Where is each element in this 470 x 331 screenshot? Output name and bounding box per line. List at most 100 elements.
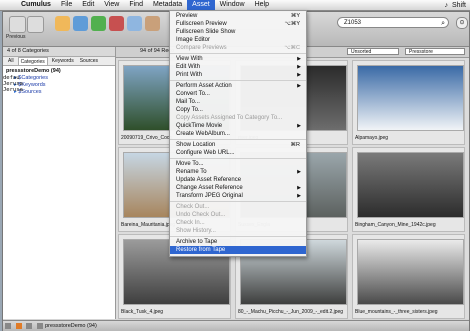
status-icon[interactable]	[36, 323, 43, 329]
menu-item-edit-with[interactable]: Edit With ▶	[170, 63, 306, 71]
menu-file[interactable]: File	[56, 0, 77, 10]
status-catalog: pressstoreDemo (94)	[45, 323, 97, 329]
menu-item-label: Update Asset Reference	[176, 177, 242, 183]
tab-categories[interactable]: Categories	[17, 57, 48, 65]
menu-item-label: Copy Assets Assigned To Category To...	[176, 115, 283, 121]
submenu-arrow-icon: ▶	[297, 83, 301, 89]
menu-item-label: Copy To...	[176, 107, 203, 113]
menu-item-label: Print With	[176, 72, 203, 78]
asset-caption: Black_Tusk_4.jpeg	[121, 309, 164, 315]
menu-separator	[170, 158, 306, 159]
menu-item-view-with[interactable]: View With ▶	[170, 55, 306, 63]
expand-button[interactable]: ⊙	[456, 17, 468, 29]
menu-item-label: Archive to Tape	[176, 239, 218, 245]
submenu-arrow-icon: ▶	[297, 56, 301, 62]
asset-cell[interactable]: Blue_mountains_-_three_sisters.jpeg	[352, 234, 465, 319]
search-icon[interactable]: ⌕	[441, 18, 445, 29]
submenu-arrow-icon: ▶	[297, 72, 301, 78]
menu-item-show-history: Show History...	[170, 227, 306, 235]
status-icon[interactable]	[26, 323, 33, 329]
menu-item-convert-to[interactable]: Convert To...	[170, 90, 306, 98]
asset-caption: 80_-_Machu_Picchu_-_Jun_2009_-_edit.2.jp…	[238, 309, 344, 315]
asset-caption: Blue_mountains_-_three_sisters.jpeg	[355, 309, 438, 315]
menu-item-label: Check In...	[176, 220, 205, 226]
menu-metadata[interactable]: Metadata	[148, 0, 187, 10]
menu-item-rename-to[interactable]: Rename To ▶	[170, 168, 306, 176]
previous-icon[interactable]	[9, 16, 26, 33]
menu-item-image-editor[interactable]: Image Editor	[170, 36, 306, 44]
asset-caption: Bingham_Canyon_Mine_1942c.jpeg	[355, 222, 436, 228]
menu-item-configure-web-url[interactable]: Configure Web URL...	[170, 149, 306, 157]
menu-asset[interactable]: Asset	[187, 0, 215, 10]
menu-item-show-location[interactable]: Show Location ⌘R	[170, 141, 306, 149]
menu-item-preview[interactable]: Preview ⌘Y	[170, 12, 306, 20]
sort-select[interactable]: Unsorted	[347, 48, 399, 55]
menu-find[interactable]: Find	[124, 0, 148, 10]
tab-sources[interactable]: Sources	[78, 57, 100, 65]
submenu-arrow-icon: ▶	[297, 185, 301, 191]
status-icon[interactable]	[5, 323, 11, 329]
user-name[interactable]: Shift	[452, 2, 466, 9]
menu-item-copy-to[interactable]: Copy To...	[170, 106, 306, 114]
menu-window[interactable]: Window	[215, 0, 250, 10]
status-icon[interactable]	[15, 323, 22, 329]
menu-item-print-with[interactable]: Print With ▶	[170, 71, 306, 79]
menu-item-change-asset-reference[interactable]: Change Asset Reference ▶	[170, 184, 306, 192]
menu-item-label: Check Out...	[176, 204, 210, 210]
previous-label: Previous	[6, 34, 26, 40]
menu-item-transform-jpeg-original[interactable]: Transform JPEG Original ▶	[170, 192, 306, 200]
menubar-status: ♪ Shift	[444, 2, 470, 9]
trash-icon[interactable]	[109, 16, 124, 31]
menu-item-update-asset-reference[interactable]: Update Asset Reference	[170, 176, 306, 184]
menu-item-undo-check-out: Undo Check Out...	[170, 211, 306, 219]
asset-cell[interactable]: Bingham_Canyon_Mine_1942c.jpeg	[352, 147, 465, 232]
menu-item-perform-asset-action[interactable]: Perform Asset Action ▶	[170, 82, 306, 90]
menu-item-label: Undo Check Out...	[176, 212, 226, 218]
speaker-icon[interactable]: ♪	[444, 2, 448, 9]
menu-item-label: Image Editor	[176, 37, 211, 43]
view-select[interactable]: Pressstore	[405, 48, 465, 55]
menu-item-label: Preview	[176, 13, 198, 19]
refresh-icon[interactable]	[91, 16, 106, 31]
menu-view[interactable]: View	[99, 0, 124, 10]
menu-help[interactable]: Help	[250, 0, 274, 10]
menu-item-check-in: Check In...	[170, 219, 306, 227]
tab-all[interactable]: All	[6, 57, 16, 65]
menu-item-fullscreen-slide-show[interactable]: Fullscreen Slide Show	[170, 28, 306, 36]
image-icon[interactable]	[127, 16, 142, 31]
menu-item-label: Change Asset Reference	[176, 185, 243, 191]
menu-item-label: Fullscreen Slide Show	[176, 29, 236, 35]
menu-item-label: Configure Web URL...	[176, 150, 235, 156]
menu-item-copy-assets-assigned-to-category-to: Copy Assets Assigned To Category To...	[170, 114, 306, 122]
search-value: Z1053	[344, 20, 362, 26]
tree-root[interactable]: pressstoreDemo (94)	[6, 68, 112, 75]
menu-item-restore-from-tape[interactable]: Restore from Tape	[170, 246, 306, 254]
asset-caption: Alpamayo.jpeg	[355, 135, 389, 141]
catalog-icon[interactable]	[73, 16, 88, 31]
info-icon[interactable]	[145, 16, 160, 31]
menu-shortcut: ⌘R	[290, 142, 300, 148]
menu-edit[interactable]: Edit	[77, 0, 99, 10]
category-tabs: All Categories Keywords Sources	[3, 57, 115, 66]
category-panel-header: 4 of 8 Categories	[3, 47, 115, 57]
menu-item-archive-to-tape[interactable]: Archive to Tape	[170, 238, 306, 246]
menu-shortcut: ⌥⌘C	[284, 45, 300, 51]
asset-thumbnail[interactable]	[357, 239, 464, 305]
folder-icon[interactable]	[55, 16, 70, 31]
asset-cell[interactable]: Alpamayo.jpeg	[352, 60, 465, 145]
asset-thumbnail[interactable]	[357, 152, 464, 218]
menu-item-move-to[interactable]: Move To...	[170, 160, 306, 168]
search-input[interactable]: Z1053 ⌕	[337, 17, 449, 28]
menu-cumulus[interactable]: Cumulus	[16, 0, 56, 10]
menu-shortcut: ⌥⌘Y	[284, 21, 300, 27]
menu-item-label: Restore from Tape	[176, 247, 226, 253]
menu-item-fullscreen-preview[interactable]: Fullscreen Preview ⌥⌘Y	[170, 20, 306, 28]
menu-item-create-webalbum[interactable]: Create WebAlbum...	[170, 130, 306, 138]
menu-item-label: Fullscreen Preview	[176, 21, 227, 27]
asset-thumbnail[interactable]	[357, 65, 464, 131]
menu-item-label: Mail To...	[176, 99, 200, 105]
next-icon[interactable]	[27, 16, 44, 33]
menu-item-mail-to[interactable]: Mail To...	[170, 98, 306, 106]
tab-keywords[interactable]: Keywords	[50, 57, 76, 65]
menu-item-quicktime-movie[interactable]: QuickTime Movie ▶	[170, 122, 306, 130]
